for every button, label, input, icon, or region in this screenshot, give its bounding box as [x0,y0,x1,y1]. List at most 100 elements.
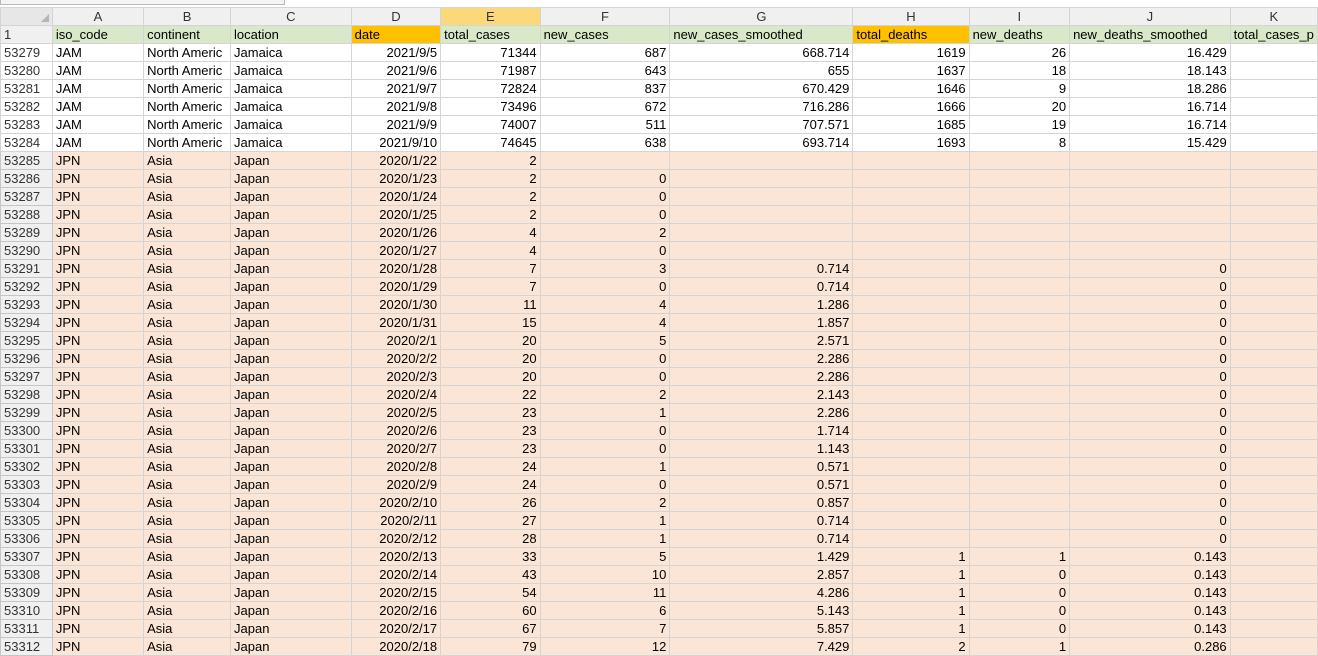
table-cell[interactable]: JPN [51,421,145,440]
table-cell[interactable] [1229,511,1318,530]
table-cell[interactable]: 4 [539,313,671,332]
table-cell[interactable]: Japan [230,565,352,584]
row-header[interactable]: 53308 [0,565,53,584]
table-cell[interactable] [852,367,970,386]
table-cell[interactable]: 16.429 [1069,43,1231,62]
table-cell[interactable]: 1 [852,601,970,620]
table-cell[interactable]: Japan [230,493,352,512]
table-cell[interactable] [968,385,1071,404]
table-cell[interactable]: 0 [539,241,671,260]
table-cell[interactable]: 10 [539,565,671,584]
table-cell[interactable] [1229,367,1318,386]
table-cell[interactable]: 670.429 [669,79,854,98]
table-cell[interactable]: Asia [143,349,232,368]
table-cell[interactable]: Asia [143,637,232,656]
table-cell[interactable]: 2 [539,223,671,242]
table-cell[interactable]: Asia [143,205,232,224]
table-cell[interactable]: 0 [539,169,671,188]
table-cell[interactable]: 0 [539,205,671,224]
table-cell[interactable] [968,313,1071,332]
table-cell[interactable]: Asia [143,529,232,548]
table-cell[interactable] [1229,313,1318,332]
row-header[interactable]: 53282 [0,97,53,116]
table-cell[interactable] [1229,97,1318,116]
table-cell[interactable] [1229,61,1318,80]
table-cell[interactable]: JPN [51,187,145,206]
row-header[interactable]: 53289 [0,223,53,242]
table-cell[interactable]: Jamaica [230,97,352,116]
table-cell[interactable]: 23 [440,421,541,440]
header-cell[interactable]: continent [143,25,232,44]
table-cell[interactable]: 2021/9/7 [350,79,442,98]
table-cell[interactable]: 54 [440,583,541,602]
table-cell[interactable]: 24 [440,475,541,494]
table-cell[interactable]: Asia [143,601,232,620]
table-cell[interactable]: 74645 [440,133,541,152]
table-cell[interactable]: 1 [852,565,970,584]
column-header-e[interactable]: E [440,7,541,26]
table-cell[interactable]: Asia [143,169,232,188]
table-cell[interactable]: 1666 [852,97,970,116]
table-cell[interactable]: 2020/2/2 [350,349,442,368]
table-cell[interactable] [852,349,970,368]
table-cell[interactable]: 1646 [852,79,970,98]
table-cell[interactable]: 2020/1/24 [350,187,442,206]
table-cell[interactable]: 1.286 [669,295,854,314]
row-header[interactable]: 53281 [0,79,53,98]
table-cell[interactable] [1229,43,1318,62]
table-cell[interactable]: North Americ [143,79,232,98]
table-cell[interactable] [968,529,1071,548]
table-cell[interactable]: 0 [1069,313,1231,332]
table-cell[interactable]: 2020/2/14 [350,565,442,584]
table-cell[interactable]: 638 [539,133,671,152]
table-cell[interactable] [852,295,970,314]
table-cell[interactable]: JAM [51,79,145,98]
table-cell[interactable]: 71344 [440,43,541,62]
table-cell[interactable]: 655 [669,61,854,80]
table-cell[interactable]: 2021/9/10 [350,133,442,152]
table-cell[interactable]: 0 [968,619,1071,638]
table-cell[interactable]: 0 [1069,349,1231,368]
column-header-a[interactable]: A [51,7,145,26]
table-cell[interactable] [1229,115,1318,134]
table-cell[interactable]: Japan [230,187,352,206]
table-cell[interactable]: 2020/2/5 [350,403,442,422]
table-cell[interactable]: JPN [51,511,145,530]
table-cell[interactable] [1229,331,1318,350]
table-cell[interactable]: 2020/2/10 [350,493,442,512]
table-cell[interactable]: JPN [51,349,145,368]
header-cell[interactable]: iso_code [51,25,145,44]
table-cell[interactable]: 2021/9/5 [350,43,442,62]
table-cell[interactable]: 11 [539,583,671,602]
table-cell[interactable] [1069,241,1231,260]
table-cell[interactable]: JAM [51,115,145,134]
table-cell[interactable]: 2.286 [669,403,854,422]
column-header-g[interactable]: G [669,7,854,26]
table-cell[interactable] [852,331,970,350]
table-cell[interactable]: 1 [539,529,671,548]
table-cell[interactable] [968,277,1071,296]
table-cell[interactable]: 2.571 [669,331,854,350]
table-cell[interactable]: 24 [440,457,541,476]
table-cell[interactable]: Japan [230,259,352,278]
column-header-k[interactable]: K [1229,7,1318,26]
table-cell[interactable] [968,403,1071,422]
table-cell[interactable]: North Americ [143,61,232,80]
table-cell[interactable]: JPN [51,241,145,260]
table-cell[interactable]: 4 [440,241,541,260]
table-cell[interactable]: Japan [230,349,352,368]
table-cell[interactable]: Japan [230,241,352,260]
table-cell[interactable]: 0 [1069,493,1231,512]
table-cell[interactable] [669,241,854,260]
table-cell[interactable]: 0.714 [669,259,854,278]
table-cell[interactable]: 5.143 [669,601,854,620]
row-header[interactable]: 53312 [0,637,53,656]
table-cell[interactable]: 707.571 [669,115,854,134]
table-cell[interactable] [1229,529,1318,548]
table-cell[interactable] [1069,187,1231,206]
table-cell[interactable]: 2020/2/8 [350,457,442,476]
table-cell[interactable] [968,223,1071,242]
table-cell[interactable] [852,457,970,476]
table-cell[interactable]: 2020/2/6 [350,421,442,440]
table-cell[interactable] [1229,439,1318,458]
